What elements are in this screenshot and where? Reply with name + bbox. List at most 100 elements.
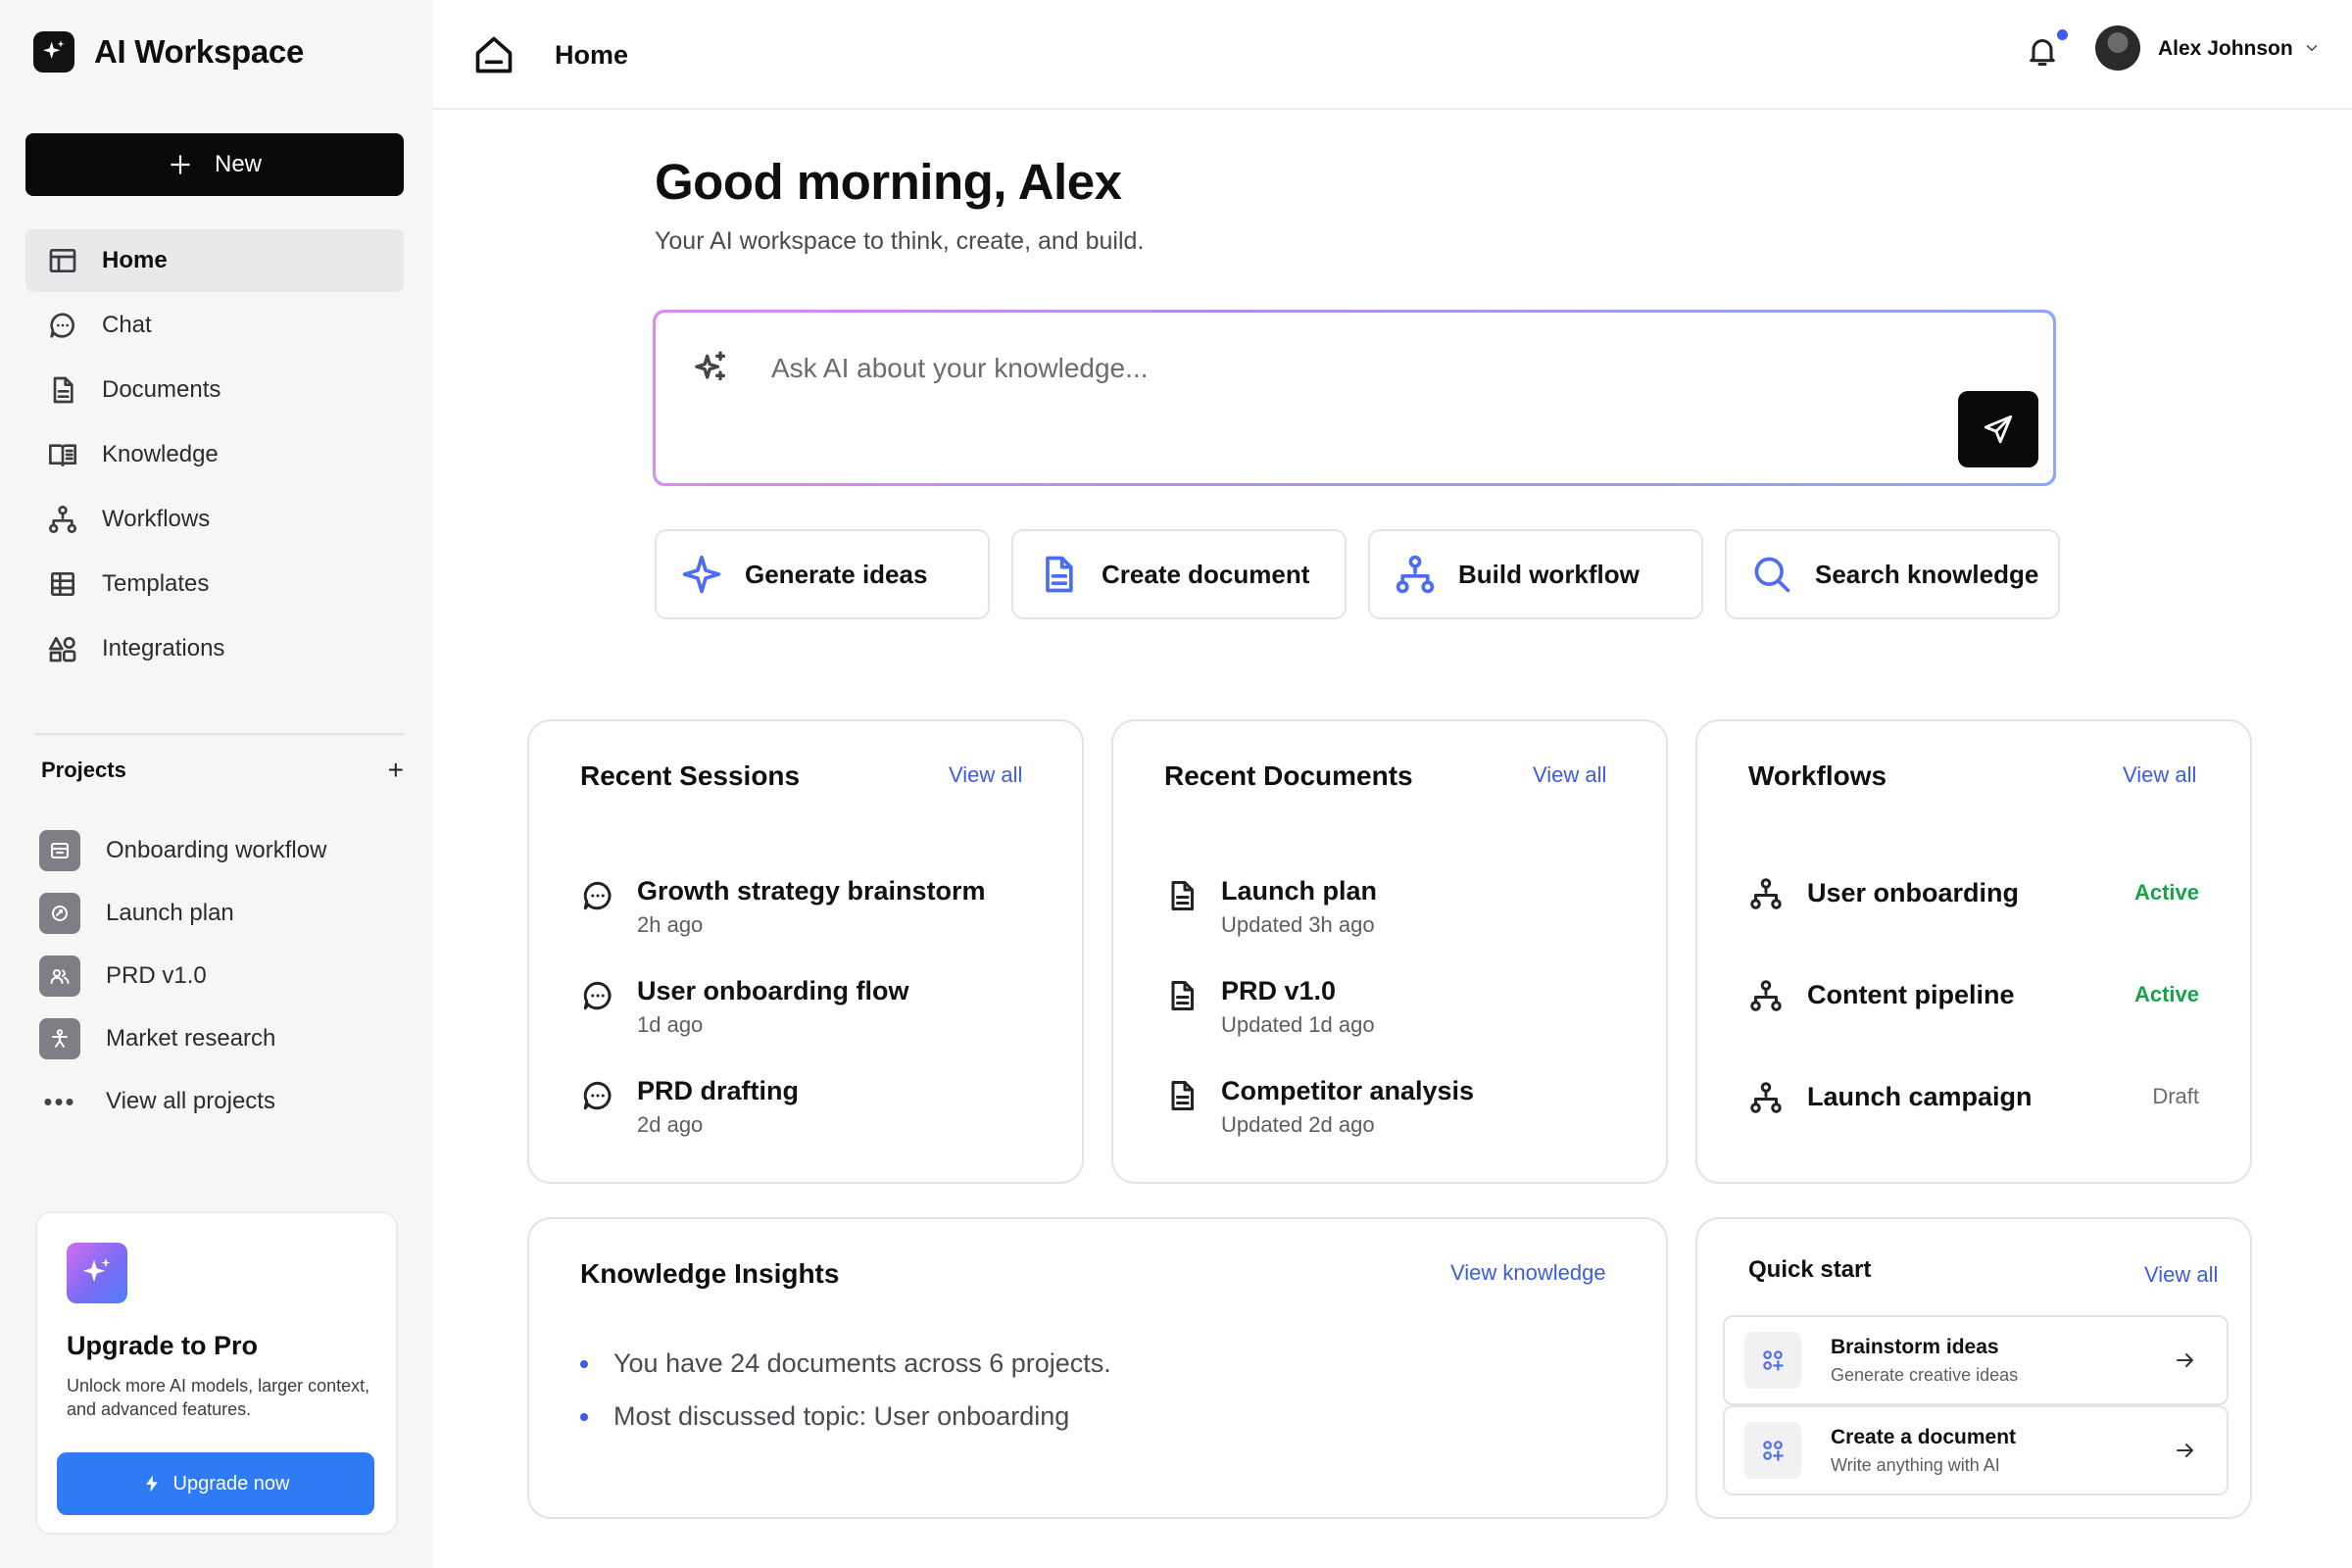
document-icon <box>1171 1081 1194 1110</box>
sidebar: AI Workspace New Home Chat Documents Kno… <box>0 0 433 1568</box>
session-item[interactable]: PRD drafting 2d ago <box>580 1076 799 1138</box>
view-all-workflows-link[interactable]: View all <box>2123 762 2196 788</box>
project-item-market-research[interactable]: Market research <box>39 1007 404 1070</box>
chat-icon <box>583 881 612 910</box>
home-icon[interactable] <box>472 33 515 76</box>
workflow-name: User onboarding <box>1807 877 2020 907</box>
card-title: Quick start <box>1748 1256 1872 1283</box>
projects-header: Projects + <box>41 755 404 786</box>
sidebar-item-documents[interactable]: Documents <box>25 359 404 421</box>
person-icon <box>39 1018 80 1059</box>
session-title: Growth strategy brainstorm <box>637 876 986 906</box>
bullet <box>580 1359 588 1368</box>
project-item-launch-plan[interactable]: Launch plan <box>39 882 404 945</box>
project-label: PRD v1.0 <box>106 962 207 989</box>
session-item[interactable]: Growth strategy brainstorm 2h ago <box>580 876 986 938</box>
workflow-name: Launch campaign <box>1807 1081 2033 1111</box>
quick-action-label: Build workflow <box>1458 559 1640 589</box>
quick-start-subtitle: Generate creative ideas <box>1831 1364 2019 1385</box>
sidebar-item-integrations[interactable]: Integrations <box>25 617 404 680</box>
sidebar-item-knowledge[interactable]: Knowledge <box>25 423 404 486</box>
upgrade-description: Unlock more AI models, larger context, a… <box>67 1376 370 1419</box>
insight-text: Most discussed topic: User onboarding <box>613 1401 1070 1431</box>
workflow-icon <box>1750 1082 1782 1113</box>
quick-start-item-create-document[interactable]: Create a document Write anything with AI <box>1723 1405 2229 1495</box>
quick-start-item-brainstorm[interactable]: Brainstorm ideas Generate creative ideas <box>1723 1315 2229 1405</box>
search-icon <box>1754 557 1790 593</box>
chevron-down-icon[interactable] <box>2303 39 2321 57</box>
project-item-prd[interactable]: PRD v1.0 <box>39 945 404 1007</box>
sidebar-item-templates[interactable]: Templates <box>25 553 404 615</box>
search-knowledge-button[interactable]: Search knowledge <box>1725 529 2060 619</box>
apps-icon <box>1744 1332 1801 1389</box>
sidebar-item-home[interactable]: Home <box>25 229 404 292</box>
sidebar-item-label: Documents <box>102 376 221 403</box>
sidebar-item-chat[interactable]: Chat <box>25 294 404 357</box>
add-project-button[interactable]: + <box>388 755 404 786</box>
ask-ai-box <box>653 310 2056 486</box>
grid-icon <box>51 572 74 596</box>
bell-icon[interactable] <box>2025 33 2060 69</box>
workflow-name: Content pipeline <box>1807 979 2015 1009</box>
sidebar-item-label: Integrations <box>102 635 225 662</box>
view-knowledge-link[interactable]: View knowledge <box>1450 1260 1606 1286</box>
send-button[interactable] <box>1958 391 2038 467</box>
ask-ai-input[interactable] <box>771 346 1849 391</box>
create-document-button[interactable]: Create document <box>1011 529 1347 619</box>
upgrade-now-button[interactable]: Upgrade now <box>57 1452 374 1515</box>
project-label: View all projects <box>106 1088 275 1114</box>
workflow-item[interactable]: Launch campaign Draft <box>1748 1078 2199 1115</box>
document-item[interactable]: Launch plan Updated 3h ago <box>1164 876 1377 938</box>
inbox-icon <box>39 830 80 871</box>
quick-action-label: Create document <box>1102 559 1310 589</box>
sidebar-item-label: Knowledge <box>102 441 219 467</box>
workflow-item[interactable]: User onboarding Active <box>1748 874 2199 911</box>
user-name[interactable]: Alex Johnson <box>2158 37 2293 61</box>
document-item[interactable]: PRD v1.0 Updated 1d ago <box>1164 976 1375 1038</box>
view-all-projects-link[interactable]: ••• View all projects <box>39 1070 404 1133</box>
layout-icon <box>49 249 76 272</box>
project-label: Onboarding workflow <box>106 837 327 863</box>
insight-item: Most discussed topic: User onboarding <box>580 1401 1069 1432</box>
more-icon: ••• <box>43 1086 76 1116</box>
project-item-onboarding-workflow[interactable]: Onboarding workflow <box>39 819 404 882</box>
session-item[interactable]: User onboarding flow 1d ago <box>580 976 909 1038</box>
upgrade-title: Upgrade to Pro <box>67 1331 259 1360</box>
card-title: Recent Documents <box>1164 760 1413 791</box>
quick-start-card: Quick start View all Brainstorm ideas Gen… <box>1695 1217 2252 1519</box>
project-label: Market research <box>106 1025 276 1052</box>
session-time: 2h ago <box>637 912 704 937</box>
card-title: Recent Sessions <box>580 760 801 791</box>
new-button[interactable]: New <box>25 133 404 196</box>
view-all-quick-start-link[interactable]: View all <box>2144 1262 2218 1288</box>
document-icon <box>53 376 74 404</box>
view-all-sessions-link[interactable]: View all <box>949 762 1022 788</box>
brand-name: AI Workspace <box>94 33 305 70</box>
session-title: PRD drafting <box>637 1076 799 1105</box>
session-title: User onboarding flow <box>637 976 909 1005</box>
workflow-icon <box>49 506 76 533</box>
bullet <box>580 1412 588 1421</box>
document-updated: Updated 3h ago <box>1221 912 1375 937</box>
workflow-icon <box>1396 555 1435 594</box>
brand[interactable]: AI Workspace <box>33 31 304 73</box>
shapes-icon <box>49 637 76 662</box>
chat-icon <box>583 981 612 1010</box>
sidebar-item-workflows[interactable]: Workflows <box>25 488 404 551</box>
document-item[interactable]: Competitor analysis Updated 2d ago <box>1164 1076 1474 1138</box>
insight-item: You have 24 documents across 6 projects. <box>580 1348 1111 1379</box>
build-workflow-button[interactable]: Build workflow <box>1368 529 1703 619</box>
workflows-card: Workflows View all User onboarding Activ… <box>1695 719 2252 1184</box>
view-all-documents-link[interactable]: View all <box>1533 762 1606 788</box>
workflow-item[interactable]: Content pipeline Active <box>1748 976 2199 1013</box>
document-title: PRD v1.0 <box>1221 976 1337 1005</box>
generate-ideas-button[interactable]: Generate ideas <box>655 529 990 619</box>
send-icon <box>1984 415 2013 444</box>
quick-action-label: Generate ideas <box>745 559 928 589</box>
status-badge: Draft <box>2152 1084 2199 1108</box>
avatar[interactable] <box>2095 25 2140 71</box>
new-button-label: New <box>214 151 262 177</box>
quick-start-title: Create a document <box>1831 1425 2017 1448</box>
users-icon <box>39 956 80 997</box>
session-time: 2d ago <box>637 1112 704 1137</box>
